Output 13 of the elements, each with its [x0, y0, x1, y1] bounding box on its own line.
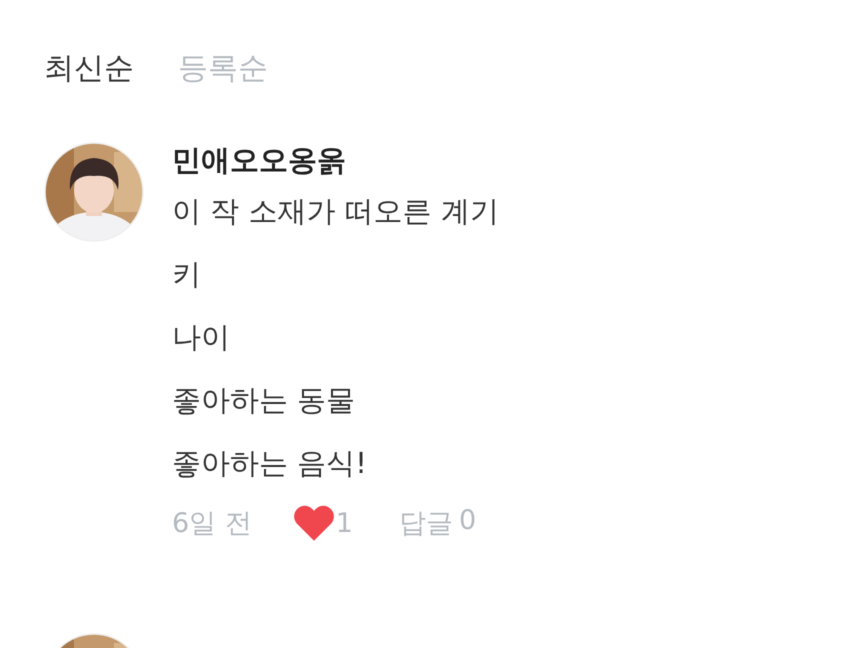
- timestamp: 6일 전: [172, 507, 252, 541]
- like-count: 1: [336, 508, 353, 538]
- author-name: 민애오오옹옭: [172, 142, 347, 179]
- sort-tab[interactable]: 최신순: [44, 44, 134, 94]
- reply-count: 0: [458, 505, 476, 538]
- comment-text: 좋아하는 동물: [172, 382, 356, 419]
- comment-text: 키: [172, 256, 202, 293]
- comment-text: 나이: [172, 319, 231, 356]
- heart-icon[interactable]: [294, 505, 334, 541]
- sort-tab[interactable]: 등록순: [178, 44, 268, 94]
- comment-text: 좋아하는 음식!: [172, 445, 368, 482]
- comment-text: 이 작 소재가 떠오른 계기: [172, 193, 499, 230]
- reply-link[interactable]: 답글: [398, 505, 453, 541]
